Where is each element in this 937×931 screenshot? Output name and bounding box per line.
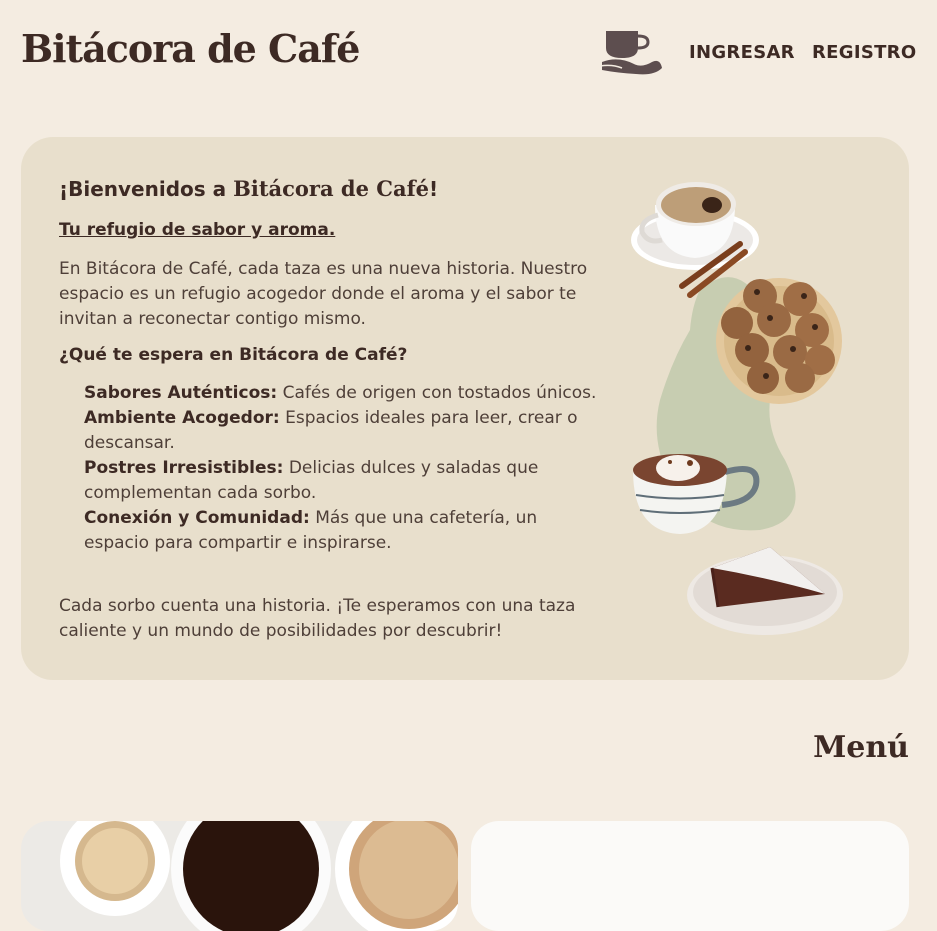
feature-desc: Cafés de origen con tostados únicos.	[277, 383, 597, 403]
closing-paragraph: Cada sorbo cuenta una historia. ¡Te espe…	[59, 596, 576, 641]
menu-heading: Menú	[813, 730, 909, 765]
welcome-title: ¡Bienvenidos a Bitácora de Café!	[59, 176, 438, 201]
welcome-title-prefix: ¡Bienvenidos a	[59, 177, 234, 201]
feature-item: Postres Irresistibles: Delicias dulces y…	[84, 456, 604, 506]
features-heading: ¿Qué te espera en Bitácora de Café?	[59, 345, 408, 365]
feature-list: Sabores Auténticos: Cafés de origen con …	[84, 381, 604, 556]
intro-paragraph: En Bitácora de Café, cada taza es una nu…	[59, 259, 588, 329]
tagline: Tu refugio de sabor y aroma.	[59, 220, 336, 240]
menu-card-desserts[interactable]	[471, 821, 909, 931]
welcome-title-suffix: !	[429, 177, 439, 201]
feature-item: Ambiente Acogedor: Espacios ideales para…	[84, 406, 604, 456]
menu-card-coffee[interactable]	[21, 821, 458, 931]
feature-item: Sabores Auténticos: Cafés de origen con …	[84, 381, 604, 406]
cake-slice-icon	[687, 547, 843, 635]
welcome-illustration	[631, 182, 843, 635]
cup-in-hand-icon	[599, 31, 662, 75]
nav-login-link[interactable]: INGRESAR	[689, 42, 795, 63]
feature-name: Ambiente Acogedor:	[84, 408, 280, 428]
coffee-cups-photo	[60, 821, 458, 931]
feature-name: Sabores Auténticos:	[84, 383, 278, 403]
feature-name: Conexión y Comunidad:	[84, 508, 310, 528]
brand-title[interactable]: Bitácora de Café	[21, 26, 360, 71]
welcome-title-brand: Bitácora de Café	[233, 176, 429, 201]
feature-item: Conexión y Comunidad: Más que una cafete…	[84, 506, 604, 556]
feature-name: Postres Irresistibles:	[84, 458, 284, 478]
nav-register-link[interactable]: REGISTRO	[812, 42, 916, 63]
cookies-plate-icon	[716, 278, 842, 404]
